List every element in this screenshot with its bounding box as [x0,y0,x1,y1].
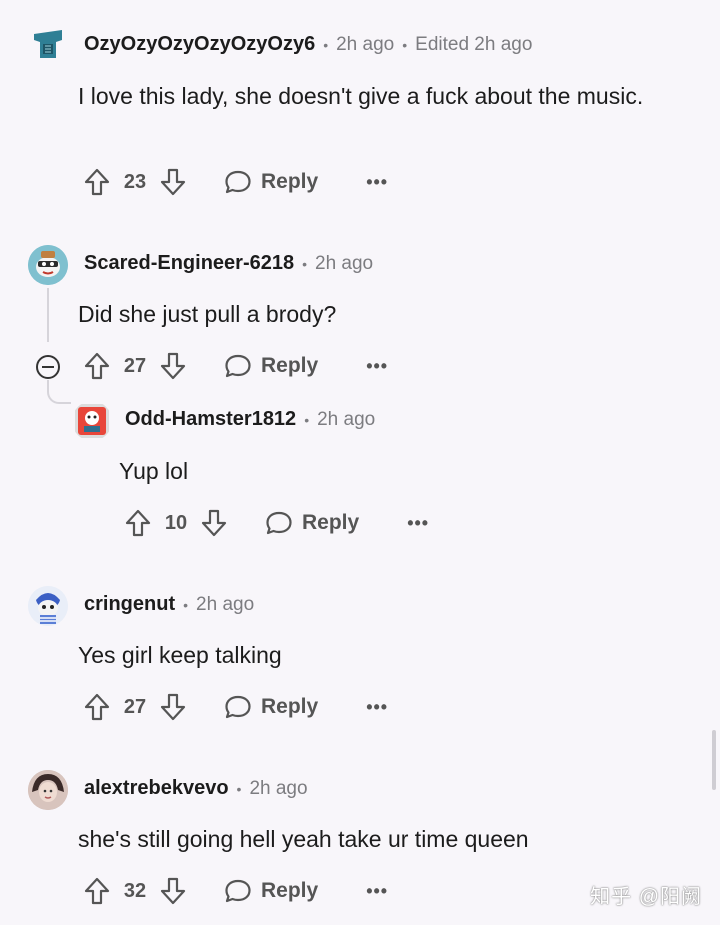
upvote-button[interactable] [84,693,110,721]
arrow-down-icon [160,693,186,721]
watermark: 知乎 @阳阙 [590,886,702,908]
speech-bubble-icon [225,354,251,378]
comment-text: I love this lady, she doesn't give a fuc… [78,83,644,109]
separator-dot: • [302,255,308,272]
more-options-button[interactable]: ••• [366,881,388,902]
comment-meta: OzyOzyOzyOzyOzyOzy6 • 2h ago • Edited 2h… [84,33,532,56]
arrow-up-icon [84,877,110,905]
comment-text: she's still going hell yeah take ur time… [78,826,529,852]
username[interactable]: cringenut [84,593,175,616]
username[interactable]: OzyOzyOzyOzyOzyOzy6 [84,33,315,56]
separator-dot: • [402,36,408,53]
reply-label: Reply [261,695,319,718]
vote-score: 27 [123,695,147,718]
reply-button[interactable]: Reply [224,169,318,195]
vote-score: 32 [123,879,147,902]
comment-text: Yes girl keep talking [78,642,282,668]
timestamp: 2h ago [315,252,374,274]
speech-bubble-icon [266,511,292,535]
arrow-up-icon [84,693,110,721]
user-avatar[interactable] [28,245,68,285]
upvote-button[interactable] [84,352,110,380]
upvote-button[interactable] [84,877,110,905]
separator-dot: • [304,411,310,428]
vote-score: 27 [123,354,147,377]
separator-dot: • [183,596,189,613]
comment-meta: Scared-Engineer-6218 • 2h ago [84,252,373,275]
scrollbar[interactable] [712,730,716,790]
user-avatar[interactable] [28,586,68,626]
minus-circle-icon [42,366,54,368]
reply-button[interactable]: Reply [265,510,359,536]
edited-label: Edited 2h ago [415,33,533,55]
downvote-button[interactable] [160,877,186,905]
arrow-up-icon [84,168,110,196]
speech-bubble-icon [225,170,251,194]
upvote-button[interactable] [125,509,151,537]
comment-actions: 10 Reply ••• [125,503,429,543]
downvote-button[interactable] [160,168,186,196]
arrow-down-icon [160,877,186,905]
arrow-down-icon [160,168,186,196]
upvote-button[interactable] [84,168,110,196]
comment-actions: 32 Reply ••• [84,871,388,911]
reply-label: Reply [261,879,319,902]
speech-bubble-icon [225,879,251,903]
reply-button[interactable]: Reply [224,878,318,904]
comment-actions: 27 Reply ••• [84,687,388,727]
username[interactable]: alextrebekvevo [84,777,229,800]
more-options-button[interactable]: ••• [366,356,388,377]
separator-dot: • [323,36,329,53]
thread-line [47,288,49,342]
vote-score: 23 [123,170,147,193]
username[interactable]: Scared-Engineer-6218 [84,252,294,275]
more-options-button[interactable]: ••• [366,172,388,193]
user-avatar[interactable] [28,770,68,810]
arrow-up-icon [84,352,110,380]
comment-meta: Odd-Hamster1812 • 2h ago [125,408,375,431]
comment-actions: 23 Reply ••• [84,162,388,202]
arrow-up-icon [125,509,151,537]
user-avatar[interactable] [28,24,68,64]
vote-score: 10 [164,511,188,534]
timestamp: 2h ago [196,593,255,615]
comment-text: Did she just pull a brody? [78,301,337,327]
comment-meta: cringenut • 2h ago [84,593,254,616]
downvote-button[interactable] [160,352,186,380]
speech-bubble-icon [225,695,251,719]
user-avatar[interactable] [72,401,112,441]
timestamp: 2h ago [249,777,308,799]
reply-label: Reply [302,511,360,534]
comment-text: Yup lol [119,458,189,484]
thread-line [47,380,71,404]
collapse-thread-button[interactable] [36,355,60,379]
reply-label: Reply [261,354,319,377]
more-options-button[interactable]: ••• [366,697,388,718]
downvote-button[interactable] [160,693,186,721]
comment-actions: 27 Reply ••• [84,346,388,386]
reply-button[interactable]: Reply [224,694,318,720]
timestamp: 2h ago [317,408,376,430]
reply-button[interactable]: Reply [224,353,318,379]
username[interactable]: Odd-Hamster1812 [125,408,296,431]
more-options-button[interactable]: ••• [407,513,429,534]
separator-dot: • [236,780,242,797]
timestamp: 2h ago [336,33,395,55]
arrow-down-icon [160,352,186,380]
reply-label: Reply [261,170,319,193]
downvote-button[interactable] [201,509,227,537]
comment-meta: alextrebekvevo • 2h ago [84,777,308,800]
arrow-down-icon [201,509,227,537]
